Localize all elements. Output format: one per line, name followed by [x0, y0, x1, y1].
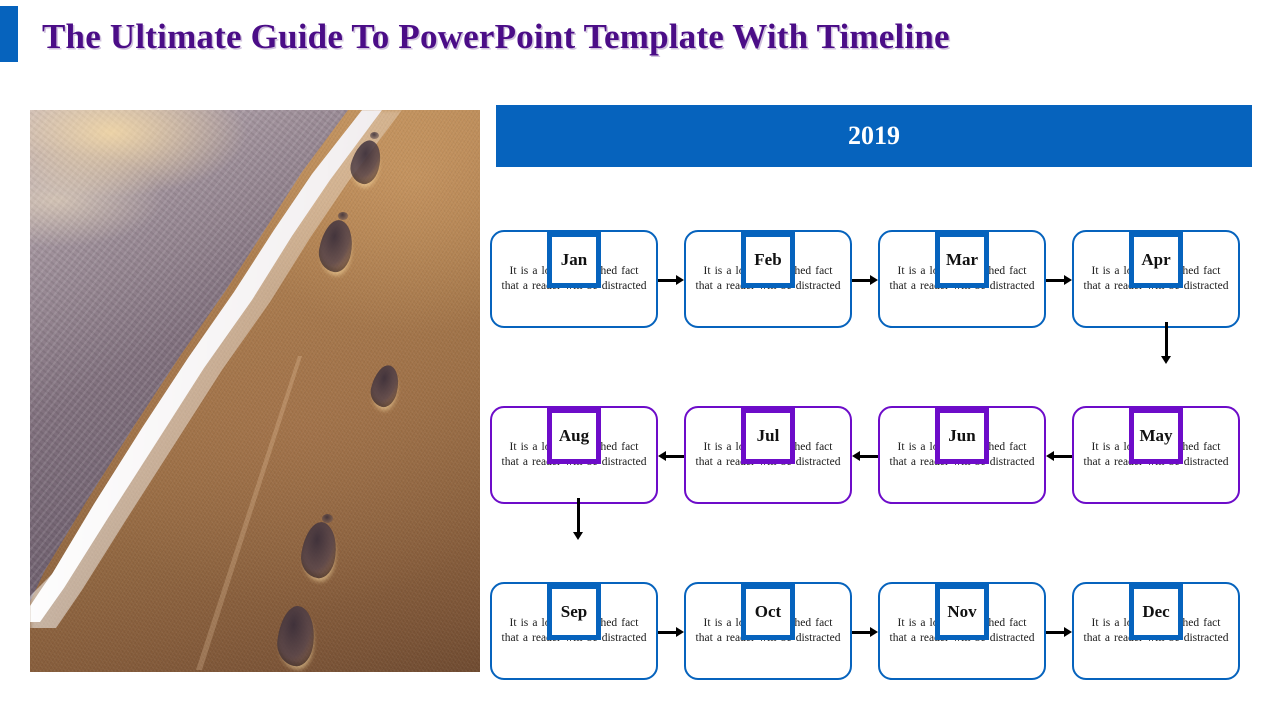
arrow-nov-to-dec [1046, 627, 1072, 637]
arrow-head-right-icon [676, 275, 684, 285]
arrow-shaft [1053, 454, 1072, 458]
arrow-shaft [852, 630, 871, 634]
arrow-aug-to-sep [573, 498, 583, 540]
arrow-jun-to-jul [852, 451, 878, 461]
arrow-head-down-icon [1161, 356, 1171, 364]
arrow-head-down-icon [573, 532, 583, 540]
timeline-card-jun[interactable]: Jun It is a long established fact that a… [878, 406, 1046, 504]
month-badge-may[interactable]: May [1129, 408, 1183, 464]
arrow-shaft [1164, 322, 1168, 357]
beach-photo [30, 110, 480, 672]
arrow-head-left-icon [852, 451, 860, 461]
year-header-bar: 2019 [496, 105, 1252, 167]
timeline-card-feb[interactable]: Feb It is a long established fact that a… [684, 230, 852, 328]
arrow-shaft [658, 278, 677, 282]
arrow-apr-to-may [1161, 322, 1171, 364]
month-badge-apr[interactable]: Apr [1129, 232, 1183, 288]
arrow-sep-to-oct [658, 627, 684, 637]
timeline-card-aug[interactable]: Aug It is a long established fact that a… [490, 406, 658, 504]
month-label: Feb [754, 250, 782, 269]
timeline-card-nov[interactable]: Nov It is a long established fact that a… [878, 582, 1046, 680]
arrow-shaft [1046, 278, 1065, 282]
arrow-may-to-jun [1046, 451, 1072, 461]
month-badge-feb[interactable]: Feb [741, 232, 795, 288]
arrow-head-right-icon [870, 627, 878, 637]
timeline-card-oct[interactable]: Oct It is a long established fact that a… [684, 582, 852, 680]
timeline-row-2: Aug It is a long established fact that a… [490, 362, 1260, 512]
timeline-card-may[interactable]: May It is a long established fact that a… [1072, 406, 1240, 504]
month-badge-sep[interactable]: Sep [547, 584, 601, 640]
month-label: May [1139, 426, 1173, 445]
arrow-shaft [658, 630, 677, 634]
arrow-head-right-icon [676, 627, 684, 637]
timeline-card-jul[interactable]: Jul It is a long established fact that a… [684, 406, 852, 504]
month-badge-jun[interactable]: Jun [935, 408, 989, 464]
timeline-row-1: Jan It is a long established fact that a… [490, 186, 1260, 336]
timeline-card-jan[interactable]: Jan It is a long established fact that a… [490, 230, 658, 328]
month-label: Dec [1142, 602, 1170, 621]
month-label: Jun [948, 426, 976, 445]
arrow-mar-to-apr [1046, 275, 1072, 285]
month-label: Apr [1141, 250, 1171, 269]
footprint-toe-icon [370, 132, 379, 139]
arrow-shaft [1046, 630, 1065, 634]
arrow-shaft [576, 498, 580, 533]
month-label: Aug [558, 426, 590, 445]
month-badge-dec[interactable]: Dec [1129, 584, 1183, 640]
arrow-feb-to-mar [852, 275, 878, 285]
timeline-card-sep[interactable]: Sep It is a long established fact that a… [490, 582, 658, 680]
arrow-head-right-icon [1064, 627, 1072, 637]
arrow-shaft [852, 278, 871, 282]
footprint-toe-icon [338, 212, 348, 220]
month-label: Oct [754, 602, 782, 621]
arrow-head-right-icon [1064, 275, 1072, 285]
timeline-card-mar[interactable]: Mar It is a long established fact that a… [878, 230, 1046, 328]
month-badge-jul[interactable]: Jul [741, 408, 795, 464]
arrow-jan-to-feb [658, 275, 684, 285]
timeline-card-dec[interactable]: Dec It is a long established fact that a… [1072, 582, 1240, 680]
month-badge-oct[interactable]: Oct [741, 584, 795, 640]
footprint-toe-icon [322, 514, 333, 523]
month-badge-aug[interactable]: Aug [547, 408, 601, 464]
arrow-shaft [665, 454, 684, 458]
month-badge-jan[interactable]: Jan [547, 232, 601, 288]
arrow-oct-to-nov [852, 627, 878, 637]
month-label: Jul [756, 426, 780, 445]
arrow-jul-to-aug [658, 451, 684, 461]
arrow-shaft [859, 454, 878, 458]
arrow-head-right-icon [870, 275, 878, 285]
month-badge-mar[interactable]: Mar [935, 232, 989, 288]
arrow-head-left-icon [1046, 451, 1054, 461]
page-title: The Ultimate Guide To PowerPoint Templat… [42, 17, 950, 56]
year-label: 2019 [848, 121, 900, 150]
month-label: Mar [945, 250, 979, 269]
month-label: Nov [947, 602, 977, 621]
timeline-card-apr[interactable]: Apr It is a long established fact that a… [1072, 230, 1240, 328]
header-accent-bar [0, 6, 18, 62]
month-label: Sep [560, 602, 588, 621]
timeline-row-3: Sep It is a long established fact that a… [490, 538, 1260, 688]
month-badge-nov[interactable]: Nov [935, 584, 989, 640]
month-label: Jan [560, 250, 588, 269]
arrow-head-left-icon [658, 451, 666, 461]
